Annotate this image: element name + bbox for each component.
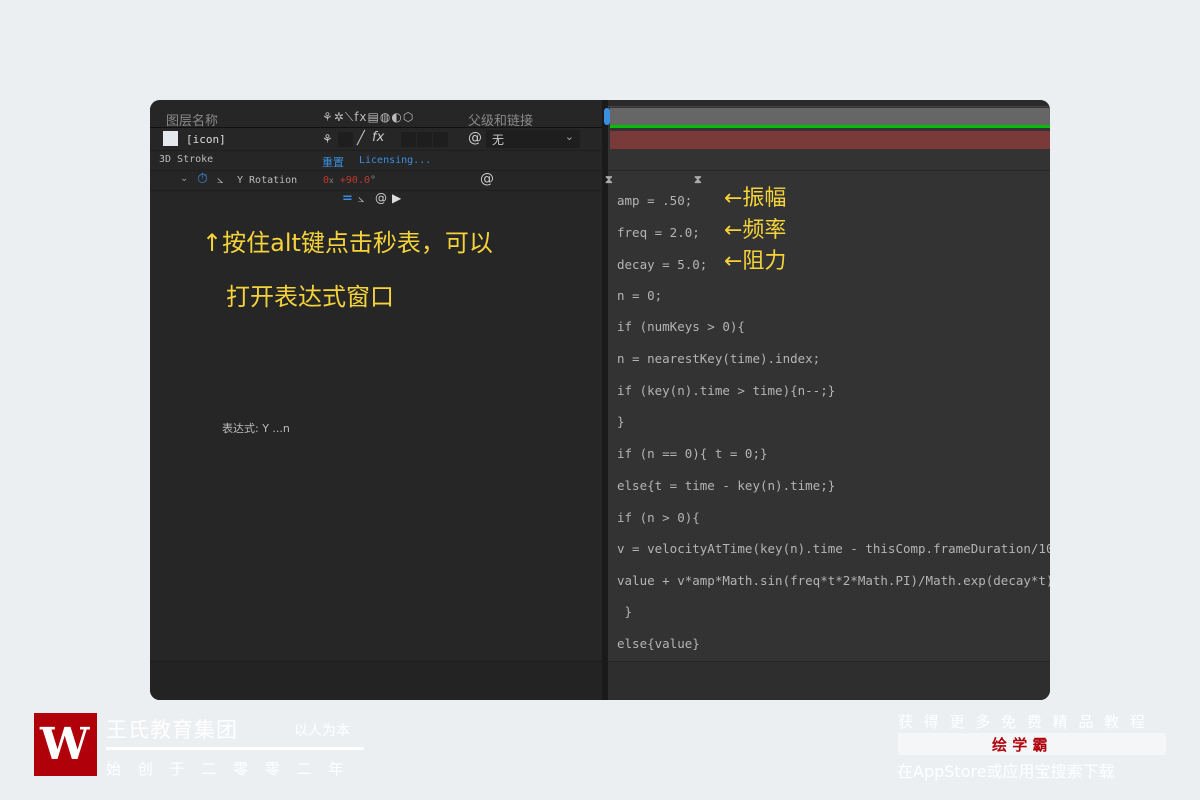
row-separator bbox=[608, 170, 1050, 171]
code-line: else{value} bbox=[617, 636, 700, 651]
logo-w-icon: W bbox=[40, 719, 90, 770]
pickwhip-icon[interactable]: @ bbox=[468, 130, 482, 146]
stopwatch-icon[interactable]: ⏱ bbox=[197, 171, 208, 187]
effect-row: 3D Stroke 重置 Licensing... bbox=[150, 151, 602, 171]
x-label: x bbox=[329, 176, 334, 185]
parent-link-header: 父级和链接 bbox=[468, 114, 534, 129]
code-line: } bbox=[617, 604, 633, 619]
brand-slogan: 以人为本 bbox=[294, 723, 350, 739]
code-line: freq = 2.0; bbox=[617, 225, 700, 240]
fx-switch-icon[interactable]: fx bbox=[372, 130, 384, 145]
pickwhip-icon[interactable]: @ bbox=[480, 171, 494, 187]
work-area-bar[interactable] bbox=[610, 108, 1050, 125]
expression-label: 表达式: Y ...n bbox=[222, 422, 290, 435]
switch-box[interactable] bbox=[433, 132, 448, 147]
switch-icons: ⚘✲⟍fx▤◍◐⬡ bbox=[322, 110, 415, 124]
enable-expression-icon[interactable]: = bbox=[342, 191, 353, 206]
code-annotation: ←阻力 bbox=[724, 249, 787, 274]
layer-panel: 图层名称 ⚘✲⟍fx▤◍◐⬡ 父级和链接 [icon] ⚘ ╱ fx @ 无 ⌄… bbox=[150, 100, 602, 700]
property-row: ⌄ ⏱ ⦣ Y Rotation 0x +90.0° @ bbox=[150, 171, 602, 191]
switch-box[interactable] bbox=[417, 132, 432, 147]
code-line: if (numKeys > 0){ bbox=[617, 319, 745, 334]
code-line: if (n > 0){ bbox=[617, 510, 700, 525]
rotation-value[interactable]: 0x +90.0° bbox=[323, 175, 376, 186]
timeline-area: ⧗ ⧗ amp = .50; freq = 2.0; decay = 5.0; … bbox=[604, 100, 1050, 700]
expression-editor[interactable]: amp = .50; freq = 2.0; decay = 5.0; n = … bbox=[608, 186, 1050, 660]
parent-dropdown[interactable]: 无 ⌄ bbox=[486, 130, 580, 148]
chevron-down-icon[interactable]: ⌄ bbox=[180, 173, 188, 184]
code-annotation: ←振幅 bbox=[724, 186, 787, 211]
code-line: amp = .50; bbox=[617, 193, 693, 208]
code-annotation: ←频率 bbox=[724, 218, 787, 243]
promo-app-name: 绘 学 霸 bbox=[992, 736, 1048, 754]
code-line: if (key(n).time > time){n--;} bbox=[617, 383, 836, 398]
degrees[interactable]: +90.0 bbox=[340, 175, 370, 186]
code-line: value + v*amp*Math.sin(freq*t*2*Math.PI)… bbox=[617, 573, 1050, 588]
promo-top: 获 得 更 多 免 费 精 品 教 程 bbox=[898, 713, 1148, 731]
annotation-text: ↑按住alt键点击秒表，可以 bbox=[202, 229, 493, 257]
property-name: Y Rotation bbox=[237, 175, 298, 186]
promo-app-box: 绘 学 霸 bbox=[898, 733, 1166, 755]
brand-divider bbox=[106, 747, 364, 750]
annotation-text: 打开表达式窗口 bbox=[226, 283, 394, 311]
panel-footer bbox=[150, 661, 602, 700]
switch-box[interactable] bbox=[401, 132, 416, 147]
quality-switch-icon[interactable]: ╱ bbox=[357, 131, 365, 146]
brand-since: 始 创 于 二 零 零 二 年 bbox=[106, 760, 350, 778]
expression-end-handle[interactable]: ⧗ bbox=[694, 173, 702, 187]
expression-start-handle[interactable]: ⧗ bbox=[605, 173, 613, 187]
graph-icon[interactable]: ⦣ bbox=[358, 192, 364, 206]
chevron-down-icon: ⌄ bbox=[564, 130, 574, 143]
code-line: } bbox=[617, 414, 625, 429]
layer-name-header: 图层名称 bbox=[166, 114, 219, 129]
column-header: 图层名称 ⚘✲⟍fx▤◍◐⬡ 父级和链接 bbox=[150, 108, 602, 129]
expression-controls: = ⦣ @ ▶ bbox=[340, 191, 410, 209]
licensing-link[interactable]: Licensing... bbox=[359, 155, 431, 166]
degree-unit: ° bbox=[370, 175, 377, 186]
layer-name[interactable]: [icon] bbox=[186, 133, 226, 146]
after-effects-timeline-panel: 图层名称 ⚘✲⟍fx▤◍◐⬡ 父级和链接 [icon] ⚘ ╱ fx @ 无 ⌄… bbox=[150, 100, 1050, 700]
graph-icon[interactable]: ⦣ bbox=[217, 173, 223, 187]
brand-logo: W bbox=[34, 713, 97, 776]
code-line: decay = 5.0; bbox=[617, 257, 708, 272]
work-area-line bbox=[610, 125, 1050, 128]
switch-box[interactable] bbox=[338, 132, 353, 147]
shy-switch-icon[interactable]: ⚘ bbox=[322, 132, 333, 146]
language-menu-icon[interactable]: ▶ bbox=[392, 191, 401, 205]
timeline-footer bbox=[608, 661, 1050, 700]
code-line: v = velocityAtTime(key(n).time - thisCom… bbox=[617, 541, 1050, 556]
parent-value: 无 bbox=[492, 133, 505, 147]
brand-name: 王氏教育集团 bbox=[106, 718, 238, 742]
time-ruler[interactable] bbox=[608, 100, 1050, 107]
layer-color-swatch bbox=[163, 131, 178, 146]
code-line: if (n == 0){ t = 0;} bbox=[617, 446, 768, 461]
reset-link[interactable]: 重置 bbox=[322, 154, 344, 170]
promo-bottom: 在AppStore或应用宝搜索下载 bbox=[897, 762, 1115, 781]
code-line: else{t = time - key(n).time;} bbox=[617, 478, 836, 493]
layer-row[interactable]: [icon] ⚘ ╱ fx @ 无 ⌄ bbox=[150, 129, 602, 151]
playhead[interactable] bbox=[604, 108, 610, 125]
code-line: n = nearestKey(time).index; bbox=[617, 351, 821, 366]
code-line: n = 0; bbox=[617, 288, 663, 303]
layer-duration-bar[interactable] bbox=[610, 131, 1050, 149]
pickwhip-icon[interactable]: @ bbox=[375, 191, 387, 205]
effect-name: 3D Stroke bbox=[159, 154, 214, 165]
